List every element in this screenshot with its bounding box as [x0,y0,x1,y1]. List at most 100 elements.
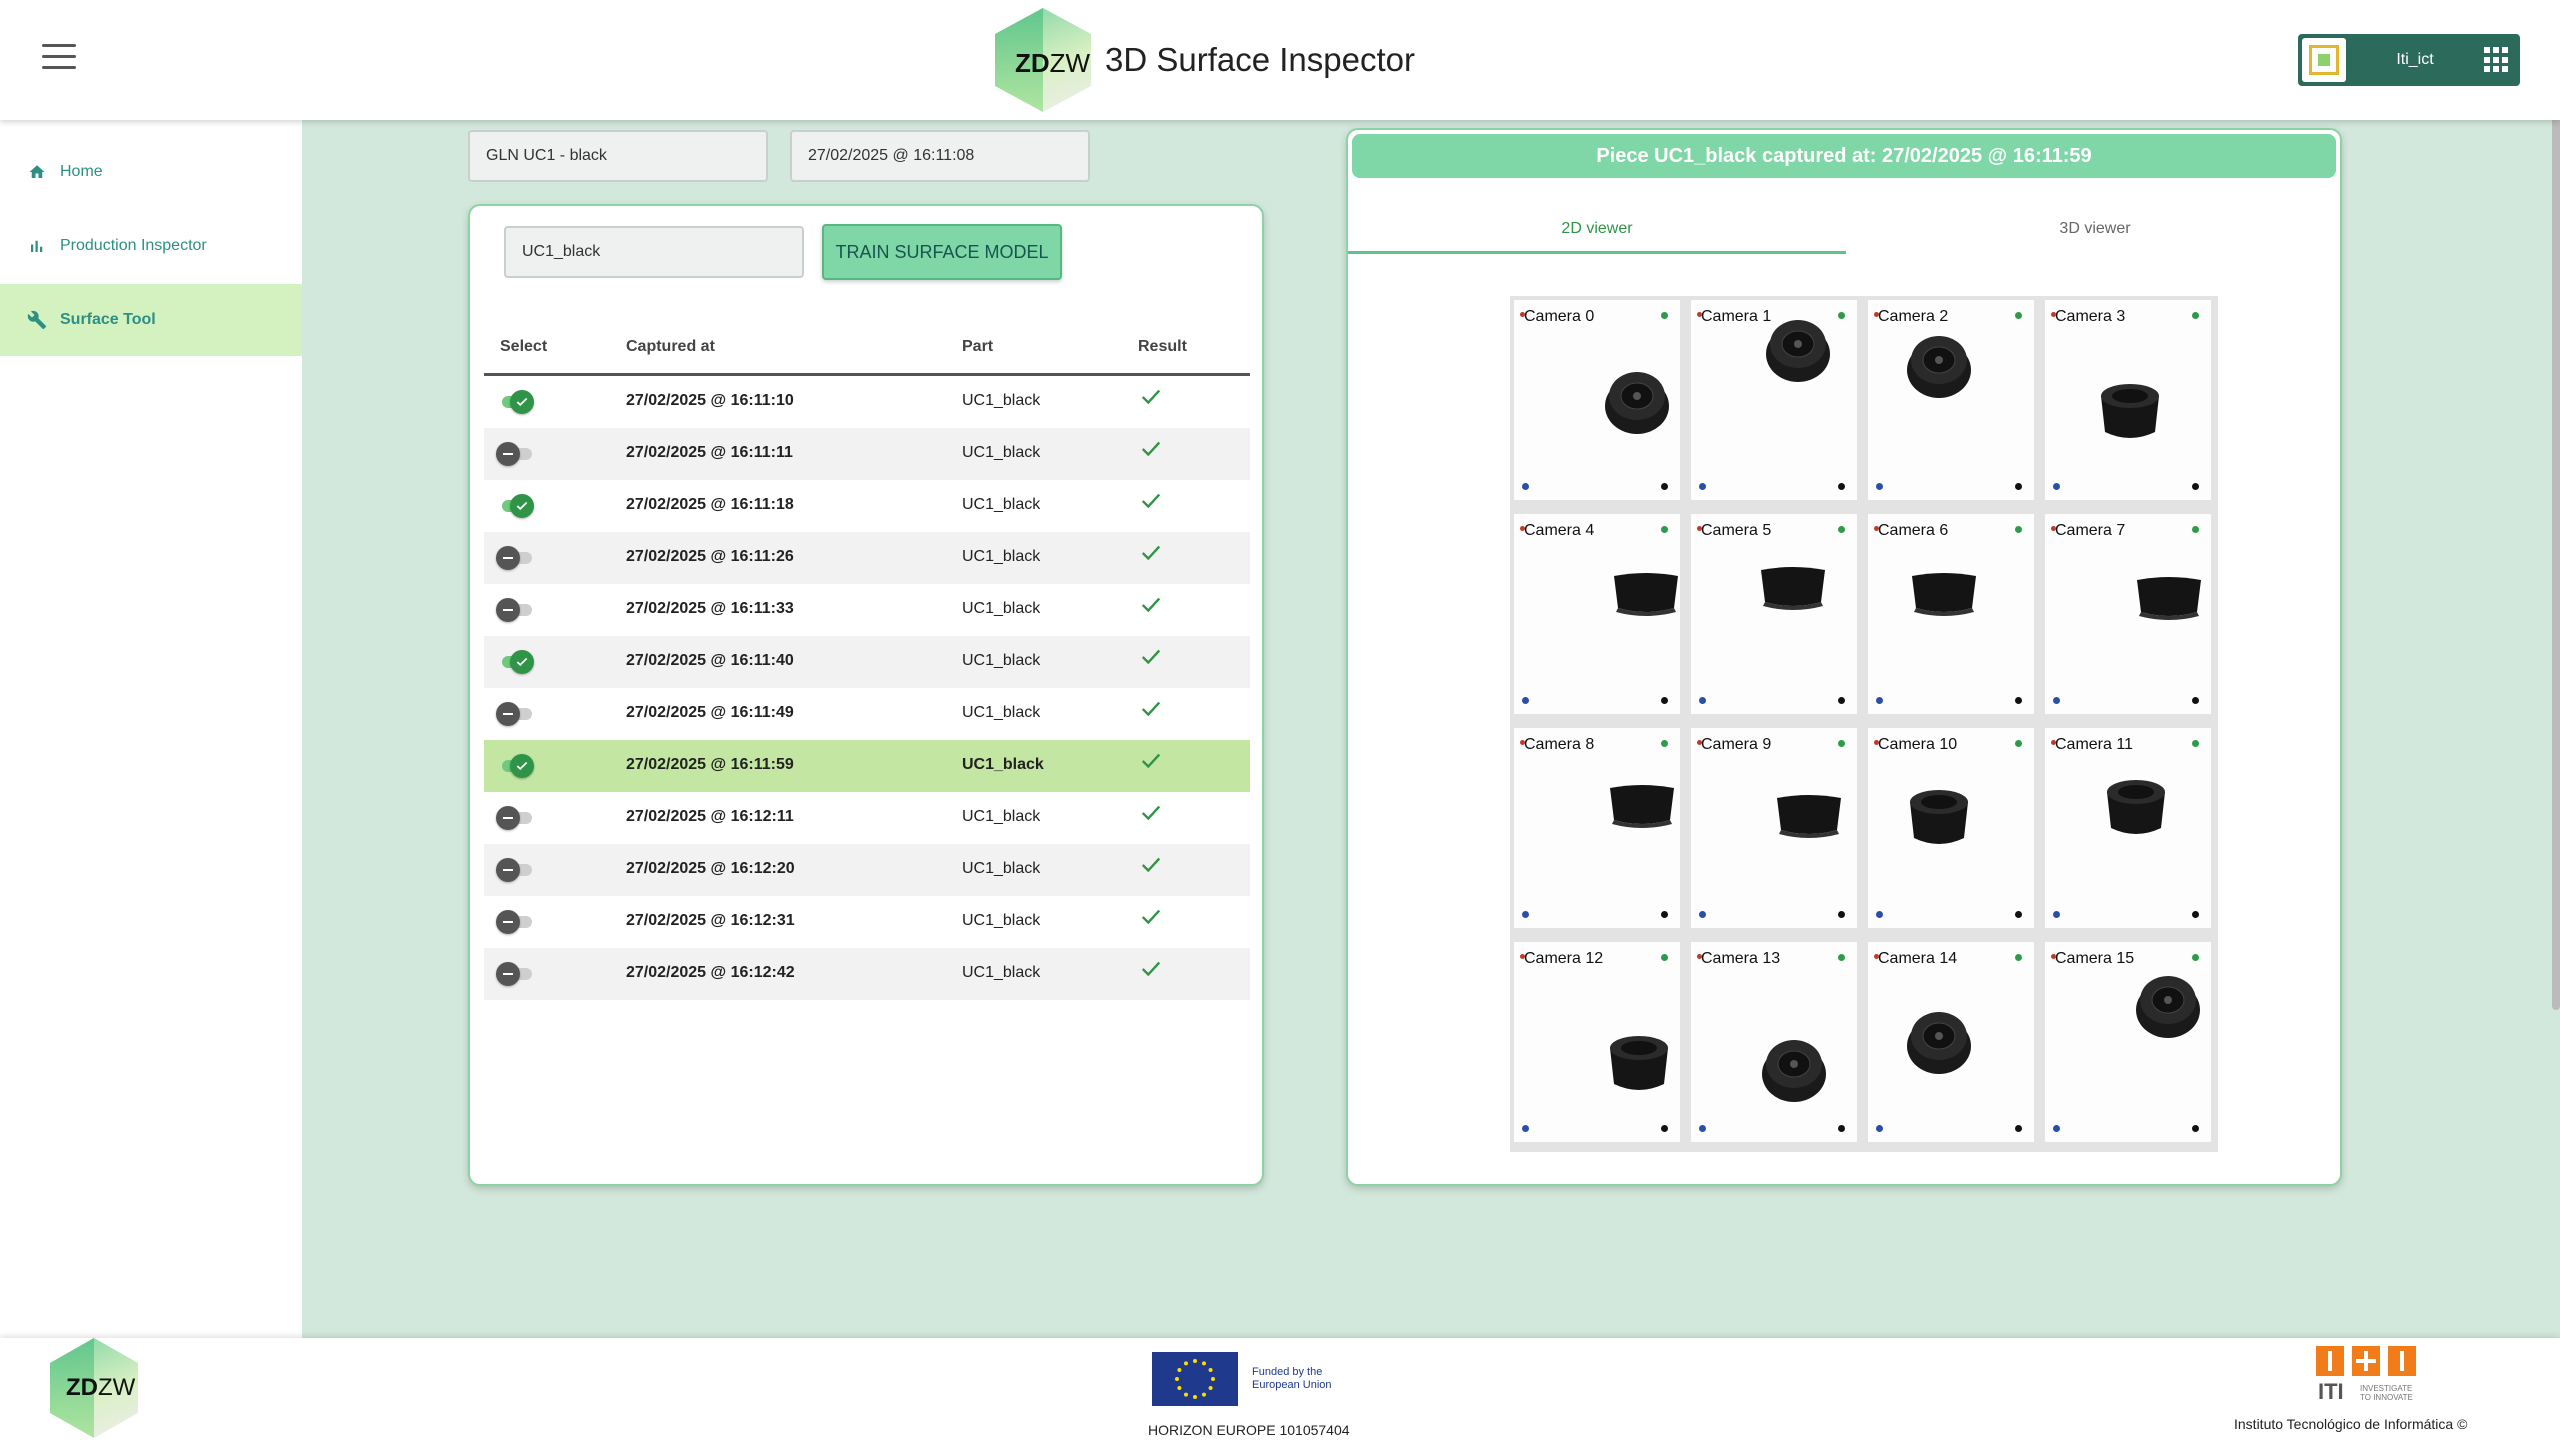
calibration-marker [1874,526,1879,531]
calibration-marker [1838,312,1845,319]
camera-tile[interactable]: Camera 7 [2045,514,2211,714]
model-select[interactable]: GLN UC1 - black [468,130,768,182]
table-row[interactable]: 27/02/2025 @ 16:11:40 UC1_black [484,636,1250,688]
captures-table-header: Select Captured at Part Result [484,328,1250,376]
table-row[interactable]: 27/02/2025 @ 16:11:18 UC1_black [484,480,1250,532]
camera-tile[interactable]: Camera 14 [1868,942,2034,1142]
tab-2d-viewer[interactable]: 2D viewer [1348,210,1846,254]
part-name-input[interactable]: UC1_black [504,226,804,278]
train-surface-model-button[interactable]: TRAIN SURFACE MODEL [822,224,1062,280]
sidebar-item-label: Surface Tool [60,311,156,328]
svg-text:ITI: ITI [2318,1379,2344,1404]
camera-tile[interactable]: Camera 15 [2045,942,2211,1142]
select-toggle[interactable] [498,390,534,414]
calibration-marker [2015,954,2022,961]
part-name: UC1_black [962,912,1041,929]
camera-label: Camera 8 [1524,736,1595,753]
camera-tile[interactable]: Camera 2 [1868,300,2034,500]
select-toggle[interactable] [496,546,532,570]
part-image [2101,770,2171,845]
select-toggle[interactable] [496,702,532,726]
part-image [1602,366,1672,441]
calibration-marker [1520,740,1525,745]
username: Iti_ict [2396,51,2434,68]
camera-tile[interactable]: Camera 11 [2045,728,2211,928]
calibration-marker [1522,911,1529,918]
capture-banner: Piece UC1_black captured at: 27/02/2025 … [1352,134,2336,178]
camera-tile[interactable]: Camera 12 [1514,942,1680,1142]
part-name: UC1_black [962,600,1041,617]
svg-text:TO INNOVATE: TO INNOVATE [2360,1393,2413,1402]
select-toggle[interactable] [496,962,532,986]
select-toggle[interactable] [498,494,534,518]
sidebar-item-production-inspector[interactable]: Production Inspector [0,210,302,282]
eu-funding-text: Funded by the European Union [1252,1366,1332,1391]
calibration-marker [1874,954,1879,959]
calibration-marker [2015,483,2022,490]
select-toggle[interactable] [496,442,532,466]
calibration-marker [2192,526,2199,533]
camera-tile[interactable]: Camera 10 [1868,728,2034,928]
sidebar-item-home[interactable]: Home [0,136,302,208]
select-toggle[interactable] [498,650,534,674]
part-image [1904,330,1974,405]
check-icon [1140,698,1162,720]
select-toggle[interactable] [496,598,532,622]
sidebar-item-label: Production Inspector [60,237,207,254]
camera-label: Camera 14 [1878,950,1958,967]
page-scrollbar[interactable] [2552,0,2560,1010]
part-image [1759,1034,1829,1109]
camera-tile[interactable]: Camera 4 [1514,514,1680,714]
select-toggle[interactable] [498,754,534,778]
footer: ZDZW Funded by the European Union HORIZON… [0,1338,2560,1440]
calibration-marker [2053,1125,2060,1132]
calibration-marker [1838,483,1845,490]
calibration-marker [2015,697,2022,704]
apps-grid-icon[interactable] [2484,47,2510,73]
camera-tile[interactable]: Camera 6 [1868,514,2034,714]
select-toggle[interactable] [496,858,532,882]
calibration-marker [1661,911,1668,918]
part-name: UC1_black [962,964,1041,981]
datetime-select[interactable]: 27/02/2025 @ 16:11:08 [790,130,1090,182]
table-row[interactable]: 27/02/2025 @ 16:12:20 UC1_black [484,844,1250,896]
camera-tile[interactable]: Camera 3 [2045,300,2211,500]
check-icon [1140,438,1162,460]
camera-label: Camera 11 [2055,736,2133,753]
calibration-marker [1661,1125,1668,1132]
calibration-marker [1522,697,1529,704]
camera-tile[interactable]: Camera 0 [1514,300,1680,500]
calibration-marker [1699,697,1706,704]
part-name: UC1_black [962,548,1041,565]
camera-tile[interactable]: Camera 13 [1691,942,1857,1142]
camera-tile[interactable]: Camera 9 [1691,728,1857,928]
table-row[interactable]: 27/02/2025 @ 16:11:33 UC1_black [484,584,1250,636]
user-menu[interactable]: Iti_ict [2298,34,2520,86]
part-image [1904,780,1974,855]
calibration-marker [2053,911,2060,918]
bar-chart-icon [26,235,48,257]
tab-3d-viewer[interactable]: 3D viewer [1846,210,2344,254]
calibration-marker [2192,1125,2199,1132]
menu-icon[interactable] [42,44,76,72]
table-row[interactable]: 27/02/2025 @ 16:12:42 UC1_black [484,948,1250,1000]
calibration-marker [2053,697,2060,704]
camera-tile[interactable]: Camera 1 [1691,300,1857,500]
table-row[interactable]: 27/02/2025 @ 16:12:11 UC1_black [484,792,1250,844]
sidebar-item-surface-tool[interactable]: Surface Tool [0,284,302,356]
table-row[interactable]: 27/02/2025 @ 16:11:49 UC1_black [484,688,1250,740]
table-row[interactable]: 27/02/2025 @ 16:11:10 UC1_black [484,376,1250,428]
table-row[interactable]: 27/02/2025 @ 16:11:11 UC1_black [484,428,1250,480]
select-toggle[interactable] [496,910,532,934]
camera-tile[interactable]: Camera 8 [1514,728,1680,928]
brand: ZDZW 3D Surface Inspector [995,8,1415,112]
select-toggle[interactable] [496,806,532,830]
table-row[interactable]: 27/02/2025 @ 16:12:31 UC1_black [484,896,1250,948]
camera-tile[interactable]: Camera 5 [1691,514,1857,714]
col-result: Result [1138,338,1187,355]
svg-text:INVESTIGATE: INVESTIGATE [2360,1384,2412,1393]
table-row[interactable]: 27/02/2025 @ 16:11:59 UC1_black [484,740,1250,792]
table-row[interactable]: 27/02/2025 @ 16:11:26 UC1_black [484,532,1250,584]
calibration-marker [1876,697,1883,704]
home-icon [26,161,48,183]
